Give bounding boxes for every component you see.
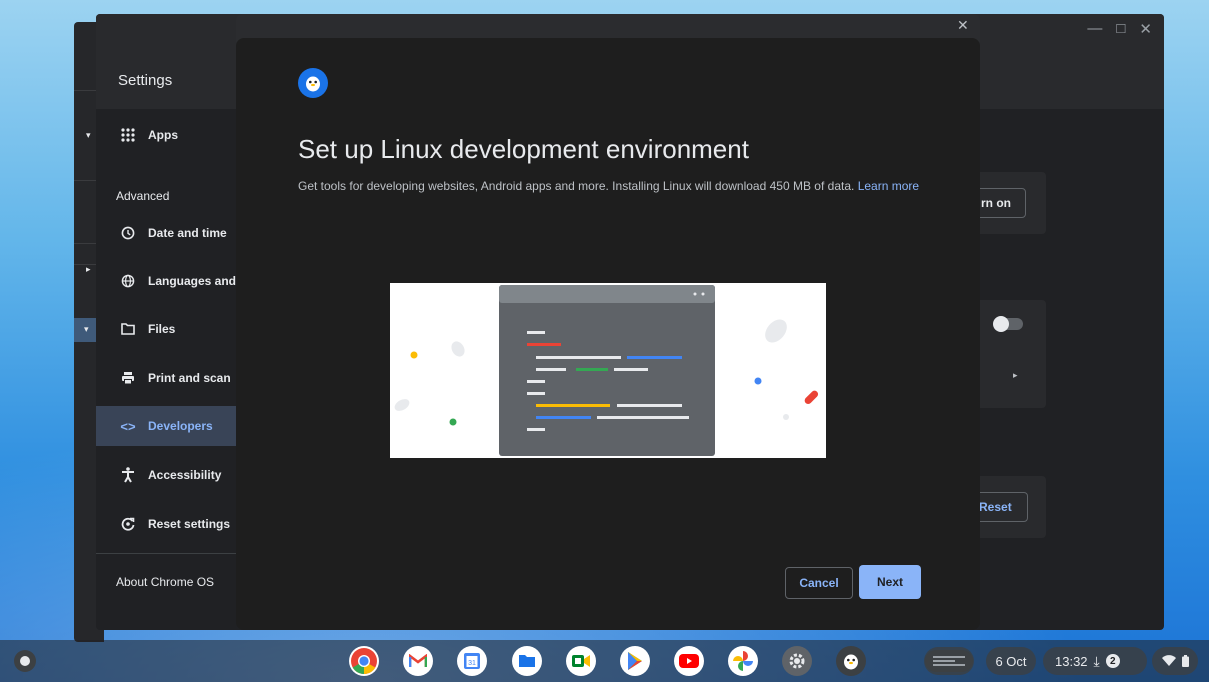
- sidebar-item-files[interactable]: Files: [96, 309, 236, 349]
- sidebar-item-label: Accessibility: [148, 468, 222, 482]
- clock-time: 13:32: [1055, 653, 1088, 669]
- play-store-icon[interactable]: [620, 646, 650, 676]
- code-icon: <>: [120, 418, 136, 434]
- settings-app-icon[interactable]: [782, 646, 812, 676]
- window-controls: — □ ✕: [1087, 20, 1152, 38]
- collapse-arrow-icon[interactable]: ▸: [86, 264, 91, 275]
- wifi-icon: [1161, 655, 1176, 666]
- sidebar-item-label: Languages and: [147, 274, 236, 288]
- clock-icon: [114, 226, 142, 240]
- sidebar-item-label: Developers: [148, 419, 213, 433]
- globe-icon: [114, 274, 142, 288]
- about-chrome-os-link[interactable]: About Chrome OS: [116, 575, 214, 589]
- toggle-knob: [993, 316, 1009, 332]
- download-icon: ⤓: [1093, 652, 1100, 669]
- reset-icon: [114, 517, 142, 531]
- sidebar-item-label: Date and time: [148, 226, 227, 240]
- notification-badge: 2: [1105, 654, 1120, 668]
- accessibility-icon: [114, 467, 142, 483]
- description-text: Get tools for developing websites, Andro…: [298, 179, 855, 193]
- sidebar-item-print-and-scan[interactable]: Print and scan: [96, 358, 236, 398]
- youtube-icon[interactable]: [674, 646, 704, 676]
- photos-icon[interactable]: [728, 646, 758, 676]
- system-tray[interactable]: [1152, 647, 1198, 675]
- svg-text:31: 31: [468, 660, 476, 667]
- date-pill[interactable]: 6 Oct: [986, 647, 1036, 675]
- launcher-button[interactable]: [14, 650, 36, 672]
- sidebar-item-date-and-time[interactable]: Date and time: [96, 213, 236, 253]
- folder-icon: [114, 323, 142, 335]
- sidebar-item-label: Print and scan: [148, 371, 231, 385]
- close-icon[interactable]: ✕: [957, 17, 969, 34]
- turn-on-label: rn on: [981, 196, 1011, 210]
- meet-icon[interactable]: [566, 646, 596, 676]
- penguin-logo-icon: [298, 68, 328, 98]
- cancel-button[interactable]: Cancel: [785, 567, 853, 599]
- reset-label: Reset: [979, 500, 1012, 514]
- sidebar-item-reset-settings[interactable]: Reset settings: [96, 504, 236, 544]
- settings-title: Settings: [118, 72, 173, 89]
- calendar-icon[interactable]: 31: [457, 646, 487, 676]
- sidebar-item-label: Apps: [148, 128, 178, 142]
- files-icon[interactable]: [512, 646, 542, 676]
- sidebar-item-developers[interactable]: <> Developers: [96, 406, 236, 446]
- sidebar-item-label: Files: [148, 322, 176, 336]
- shelf: 31 6 Oct 13:32 ⤓ 2: [0, 640, 1209, 682]
- developer-toggle[interactable]: [993, 316, 1023, 332]
- learn-more-link[interactable]: Learn more: [858, 179, 919, 193]
- sidebar-item-apps[interactable]: Apps: [96, 115, 236, 155]
- gmail-icon[interactable]: [403, 646, 433, 676]
- notification-count: 2: [1109, 655, 1116, 667]
- linux-setup-dialog: Set up Linux development environment Get…: [236, 38, 980, 630]
- dialog-description: Get tools for developing websites, Andro…: [298, 177, 928, 195]
- launcher-icon: [20, 656, 30, 666]
- terminal-icon[interactable]: [836, 646, 866, 676]
- settings-sidebar: Apps Advanced Date and time Languages an…: [96, 109, 236, 630]
- sidebar-item-label: Reset settings: [148, 517, 231, 531]
- chevron-right-icon[interactable]: ▸: [1013, 370, 1018, 381]
- sidebar-divider: [96, 553, 236, 554]
- sidebar-item-languages[interactable]: Languages and: [96, 261, 236, 301]
- dialog-title: Set up Linux development environment: [298, 134, 749, 164]
- expand-arrow-icon[interactable]: ▾: [86, 130, 91, 141]
- battery-icon: [1181, 655, 1189, 667]
- status-area[interactable]: 13:32 ⤓ 2: [1043, 647, 1147, 675]
- close-icon[interactable]: ✕: [1139, 20, 1152, 38]
- maximize-icon[interactable]: □: [1116, 20, 1125, 38]
- holding-space-thumbnail[interactable]: [924, 647, 974, 675]
- minimize-icon[interactable]: —: [1087, 20, 1102, 38]
- next-button[interactable]: Next: [859, 565, 921, 599]
- linux-illustration: [390, 283, 826, 458]
- printer-icon: [114, 371, 142, 385]
- advanced-heading: Advanced: [116, 189, 170, 203]
- expand-arrow-icon[interactable]: ▾: [74, 318, 96, 342]
- apps-grid-icon: [114, 128, 142, 142]
- screenshot-preview-icon: [925, 650, 973, 672]
- sidebar-item-accessibility[interactable]: Accessibility: [96, 455, 236, 495]
- chrome-icon[interactable]: [349, 646, 379, 676]
